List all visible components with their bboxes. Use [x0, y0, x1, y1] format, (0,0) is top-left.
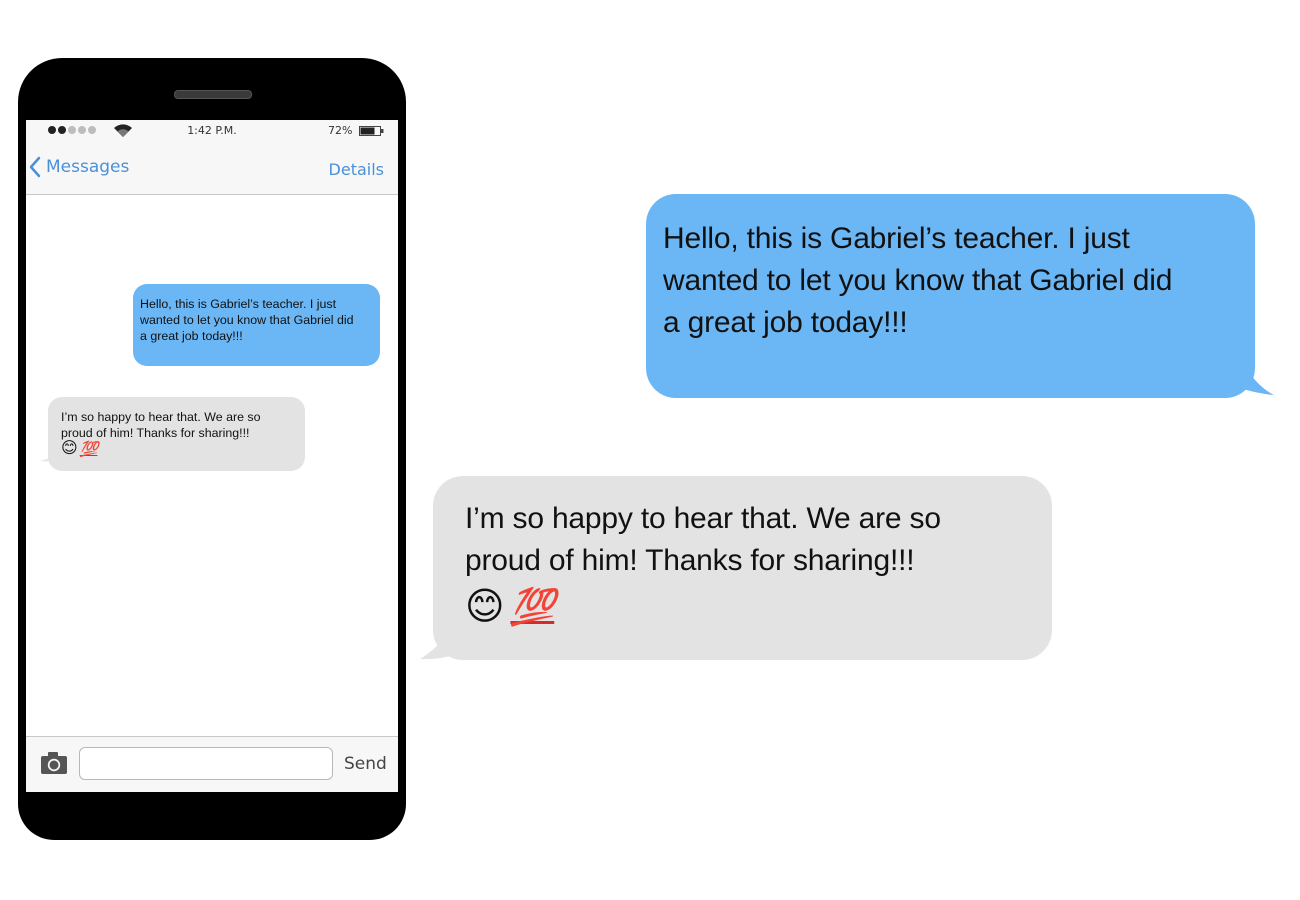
message-line: wanted to let you know that Gabriel did: [663, 264, 1173, 297]
bubble-tail: [420, 612, 460, 660]
enlarged-sent-message-bubble: Hello, this is Gabriel’s teacher. I just…: [646, 194, 1255, 398]
battery-percentage: 72%: [328, 124, 353, 137]
received-message-bubble: I’m so happy to hear that. We are so pro…: [48, 397, 305, 471]
message-line: a great job today!!!: [663, 306, 908, 339]
message-line: wanted to let you know that Gabriel did: [140, 313, 354, 327]
navigation-bar: Messages Details: [26, 142, 398, 195]
message-composer: Send: [26, 736, 398, 792]
message-line: I’m so happy to hear that. We are so: [465, 502, 941, 535]
message-line: Hello, this is Gabriel’s teacher. I just: [140, 297, 337, 311]
send-button[interactable]: Send: [344, 754, 387, 774]
back-to-messages-button[interactable]: Messages: [28, 156, 129, 178]
message-line: a great job today!!!: [140, 329, 243, 343]
phone-speaker: [174, 90, 252, 99]
enlarged-received-message-bubble: I’m so happy to hear that. We are so pro…: [433, 476, 1052, 660]
details-button[interactable]: Details: [329, 160, 384, 179]
bubble-tail: [1218, 352, 1274, 395]
hundred-points-emoji: 💯: [79, 440, 99, 458]
phone-frame: 1:42 P.M. 72% Messages Details Hello, th…: [18, 58, 406, 840]
message-line: I’m so happy to hear that. We are so: [61, 410, 261, 424]
bubble-tail: [362, 344, 376, 352]
message-line: Hello, this is Gabriel’s teacher. I just: [663, 222, 1130, 255]
smiling-face-emoji: 😊: [61, 440, 78, 457]
hundred-points-emoji: 💯: [510, 586, 555, 628]
message-line: proud of him! Thanks for sharing!!!: [61, 426, 250, 440]
camera-icon[interactable]: [40, 751, 68, 775]
messages-screen: 1:42 P.M. 72% Messages Details Hello, th…: [26, 120, 398, 792]
battery-icon: [359, 126, 384, 136]
message-line: proud of him! Thanks for sharing!!!: [465, 544, 915, 577]
smiling-face-emoji: 😊: [465, 586, 505, 628]
sent-message-bubble: Hello, this is Gabriel’s teacher. I just…: [133, 284, 380, 366]
back-label: Messages: [46, 157, 130, 177]
chevron-left-icon: [29, 156, 41, 178]
message-input[interactable]: [79, 747, 333, 780]
status-bar: 1:42 P.M. 72%: [26, 120, 398, 142]
emoji-row: 😊 💯: [465, 586, 1052, 628]
bubble-tail: [40, 454, 54, 462]
emoji-row: 😊 💯: [61, 440, 295, 458]
